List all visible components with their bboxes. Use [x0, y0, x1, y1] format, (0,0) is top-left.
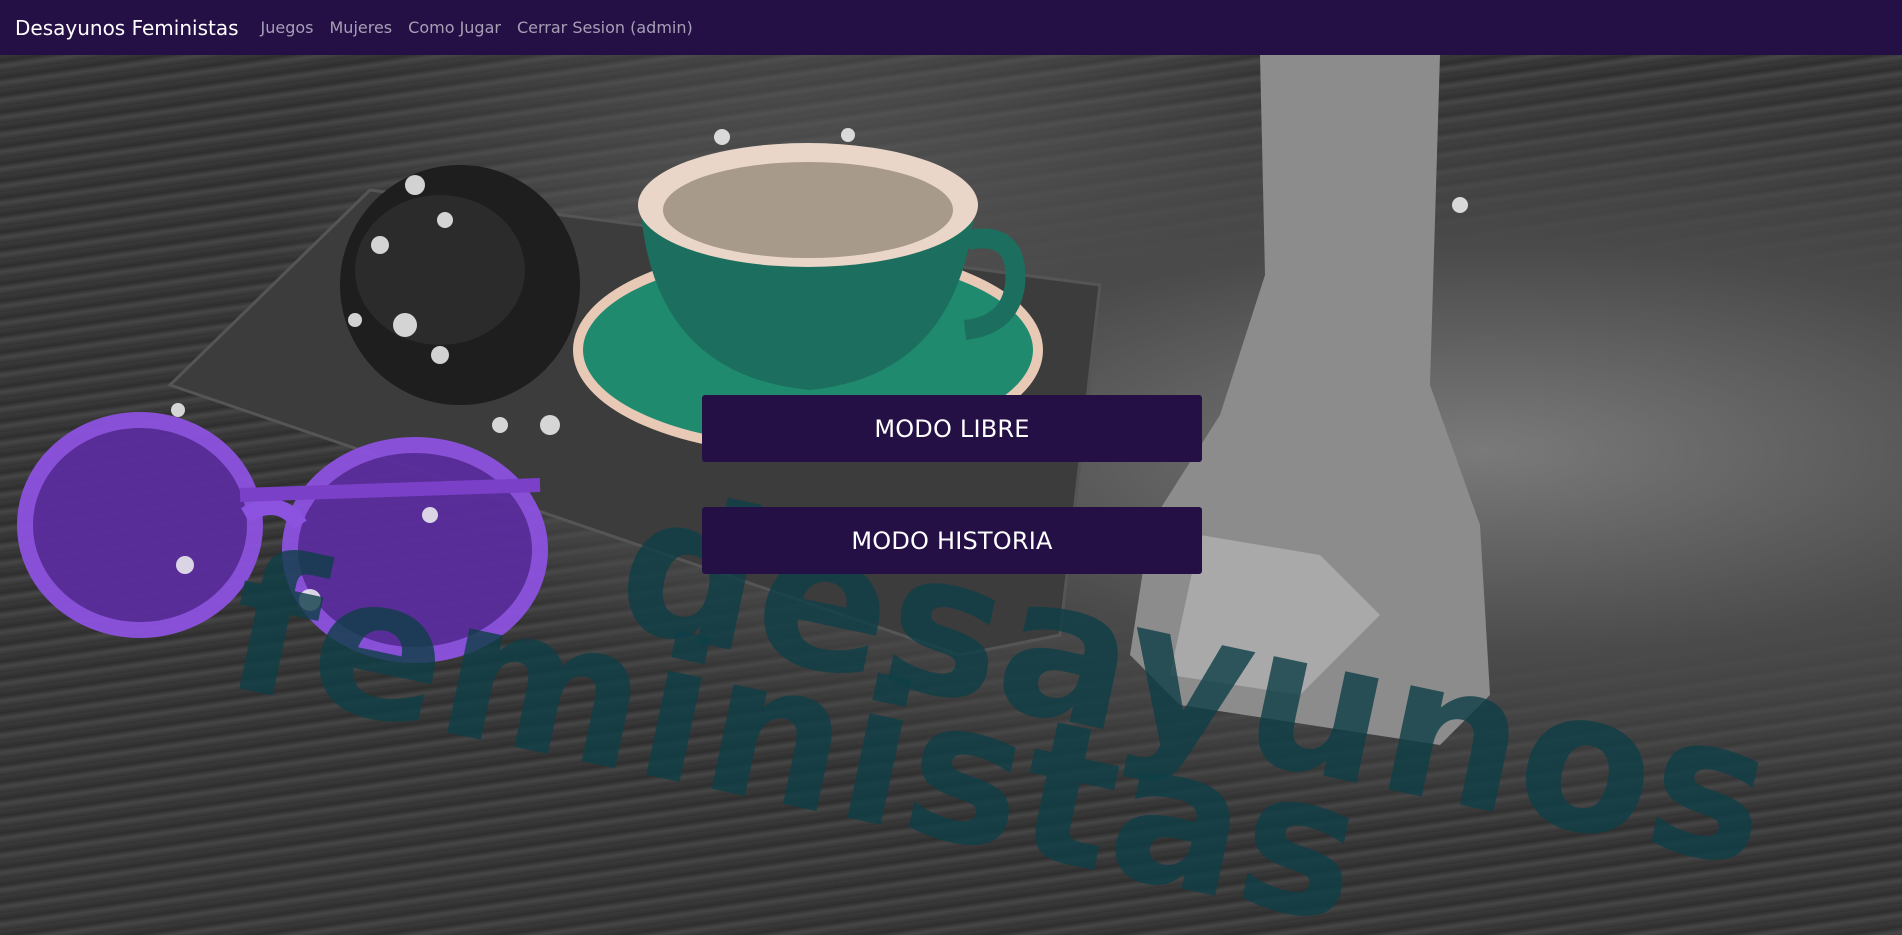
nav-link-juegos[interactable]: Juegos — [261, 18, 314, 37]
modo-historia-button[interactable]: MODO HISTORIA — [702, 507, 1202, 574]
brand-link[interactable]: Desayunos Feministas — [15, 16, 239, 40]
nav-link-como-jugar[interactable]: Como Jugar — [408, 18, 501, 37]
nav-link-mujeres[interactable]: Mujeres — [330, 18, 393, 37]
watermark-layer: desayunos feministas — [210, 447, 1791, 935]
nav-link-cerrar-sesion[interactable]: Cerrar Sesion (admin) — [517, 18, 693, 37]
top-navbar: Desayunos Feministas Juegos Mujeres Como… — [0, 0, 1902, 55]
hero-background: desayunos feministas MODO LIBRE MODO HIS… — [0, 55, 1902, 935]
modo-libre-button[interactable]: MODO LIBRE — [702, 395, 1202, 462]
